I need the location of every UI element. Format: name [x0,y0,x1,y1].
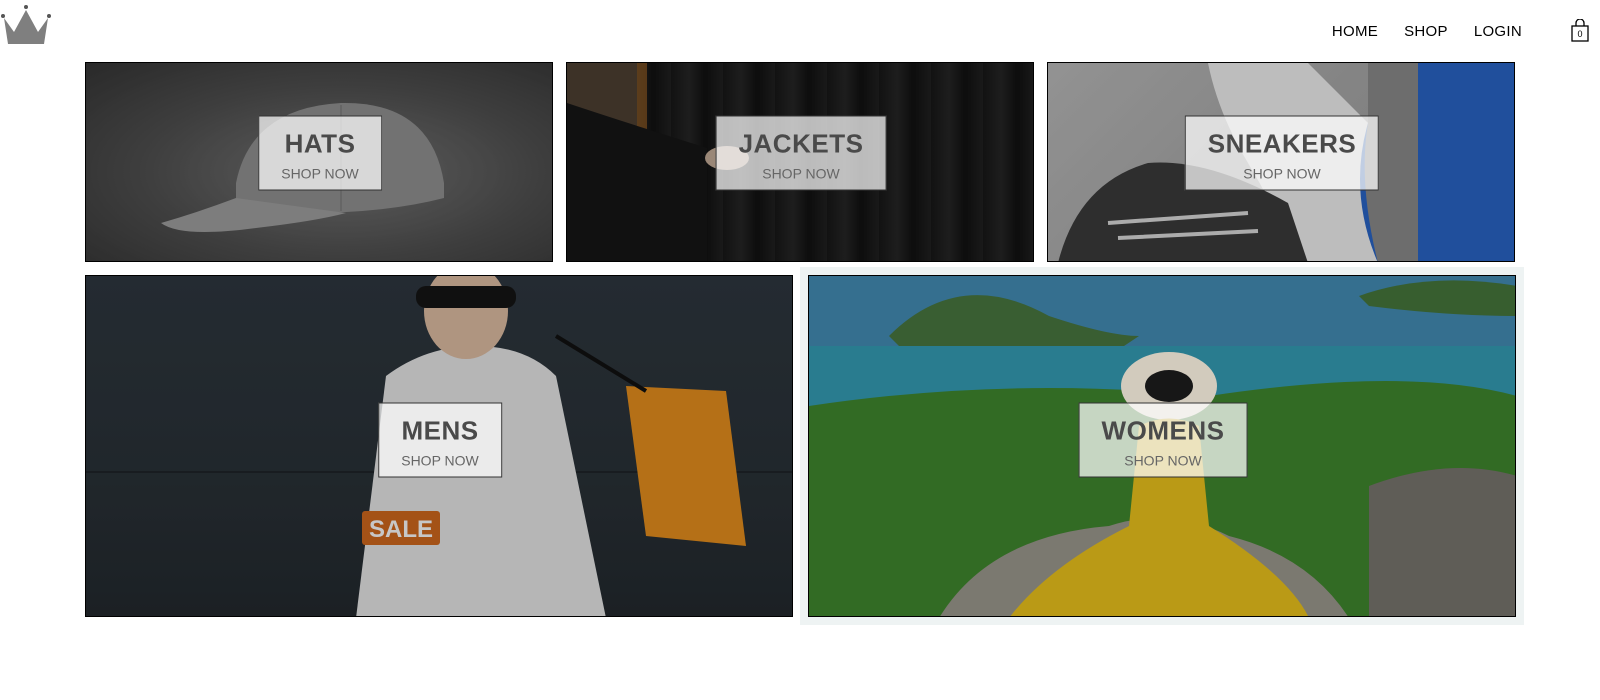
shop-now-link[interactable]: SHOP NOW [1102,453,1225,469]
crown-icon[interactable] [0,2,52,46]
category-title: WOMENS [1101,415,1225,446]
category-title: MENS [401,415,479,446]
category-tile-sneakers[interactable]: SNEAKERS SHOP NOW [1047,62,1515,262]
shop-now-link[interactable]: SHOP NOW [739,166,864,182]
shop-now-link[interactable]: SHOP NOW [1208,166,1356,182]
category-label-box[interactable]: WOMENS SHOP NOW [1078,402,1248,478]
category-tile-mens[interactable]: SALE MENS SHOP NOW [85,275,793,617]
nav-login-link[interactable]: LOGIN [1474,23,1522,40]
category-label-box[interactable]: JACKETS SHOP NOW [715,115,887,191]
nav-home-link[interactable]: HOME [1332,23,1378,40]
category-title: HATS [284,128,356,159]
main-nav: HOME SHOP LOGIN [1306,0,1522,62]
category-label-box[interactable]: MENS SHOP NOW [378,402,502,478]
shop-now-link[interactable]: SHOP NOW [401,453,479,469]
category-tile-hats[interactable]: HATS SHOP NOW [85,62,553,262]
cart-button[interactable]: 0 [1570,18,1592,43]
nav-shop-link[interactable]: SHOP [1404,23,1448,40]
category-tile-jackets[interactable]: JACKETS SHOP NOW [566,62,1034,262]
shop-now-link[interactable]: SHOP NOW [281,166,359,182]
category-tile-womens[interactable]: WOMENS SHOP NOW [808,275,1516,617]
category-title: SNEAKERS [1207,128,1357,159]
cart-count: 0 [1577,29,1583,39]
site-header: HOME SHOP LOGIN 0 [0,0,1600,62]
category-label-box[interactable]: SNEAKERS SHOP NOW [1184,115,1380,191]
category-title: JACKETS [738,128,864,159]
category-label-box[interactable]: HATS SHOP NOW [258,115,382,191]
